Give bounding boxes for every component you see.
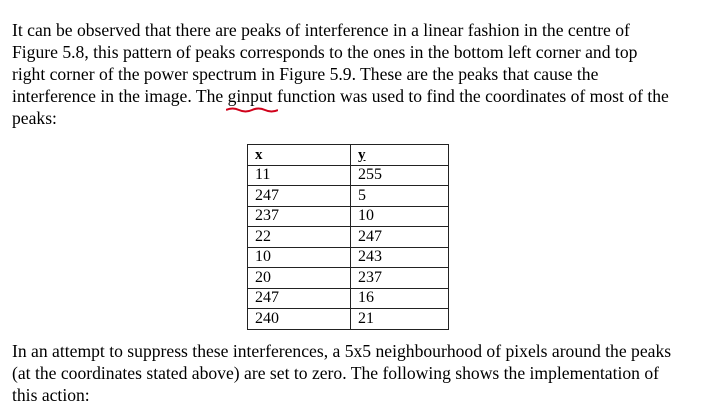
y-cell: 243 xyxy=(350,246,449,268)
spellcheck-flagged-word[interactable]: ginput xyxy=(225,85,278,113)
x-cell: 20 xyxy=(247,267,351,289)
intro-line-4: interference in the image. The ginput fu… xyxy=(12,85,704,113)
intro-line-4-end: function was used to find the coordinate… xyxy=(272,86,669,106)
implementation-line-2: (at the coordinates stated above) are se… xyxy=(12,363,660,383)
x-cell: 247 xyxy=(247,287,351,309)
intro-line-4-start: interference in the image. The xyxy=(12,86,228,106)
intro-line-3: right corner of the power spectrum in Fi… xyxy=(12,64,599,84)
x-cell: 247 xyxy=(247,185,351,207)
y-cell: 21 xyxy=(350,308,449,330)
column-header-x: x xyxy=(247,144,351,166)
table-row: 237 10 xyxy=(247,205,449,227)
y-cell: 237 xyxy=(350,267,449,289)
flagged-word-text: ginput xyxy=(227,86,273,106)
table-body: 11 255 247 5 237 10 22 247 10 243 20 237 247 16 240 21 xyxy=(247,164,449,330)
intro-paragraph: It can be observed that there are peaks … xyxy=(12,19,704,129)
table-row: 20 237 xyxy=(247,267,449,289)
table-row: 11 255 xyxy=(247,164,449,186)
implementation-paragraph: In an attempt to suppress these interfer… xyxy=(12,340,704,406)
y-cell: 255 xyxy=(350,164,449,186)
x-cell: 11 xyxy=(247,164,351,186)
y-cell: 5 xyxy=(350,185,449,207)
peak-coordinates-table: x y 11 255 247 5 237 10 22 247 10 243 20 237 247 16 24… xyxy=(247,144,449,330)
implementation-line-1: In an attempt to suppress these interfer… xyxy=(12,341,672,361)
x-cell: 10 xyxy=(247,246,351,268)
intro-line-5: peaks: xyxy=(12,108,57,128)
table-row: 240 21 xyxy=(247,308,449,330)
table-row: 10 243 xyxy=(247,246,449,268)
x-cell: 240 xyxy=(247,308,351,330)
intro-line-1: It can be observed that there are peaks … xyxy=(12,20,630,40)
x-cell: 237 xyxy=(247,205,351,227)
implementation-line-3: this action: xyxy=(12,385,90,405)
spellcheck-squiggle-icon xyxy=(225,107,278,113)
table-row: 22 247 xyxy=(247,226,449,248)
y-cell: 16 xyxy=(350,287,449,309)
table-header-row: x y xyxy=(247,144,449,166)
table-row: 247 16 xyxy=(247,287,449,309)
table-row: 247 5 xyxy=(247,185,449,207)
x-cell: 22 xyxy=(247,226,351,248)
y-cell: 247 xyxy=(350,226,449,248)
y-cell: 10 xyxy=(350,205,449,227)
column-header-y: y xyxy=(350,144,449,166)
intro-line-2: Figure 5.8, this pattern of peaks corres… xyxy=(12,42,638,62)
